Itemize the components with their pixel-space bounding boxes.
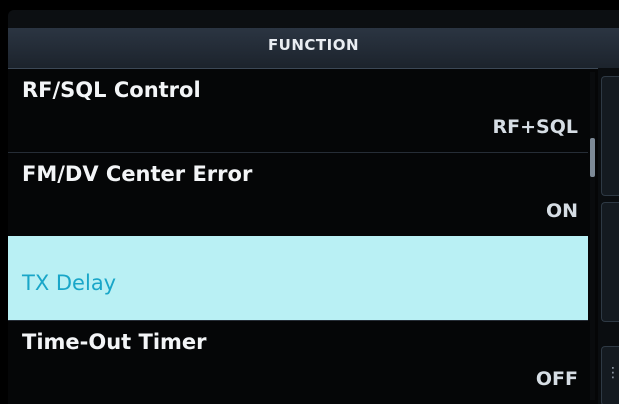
side-panel: ⋮: [598, 68, 619, 404]
menu-item-time-out-timer[interactable]: Time-Out Timer OFF: [8, 320, 588, 404]
menu-item-value: RF+SQL: [492, 116, 578, 138]
more-button[interactable]: ⋮: [601, 346, 619, 404]
menu-item-rf-sql-control[interactable]: RF/SQL Control RF+SQL: [8, 68, 588, 153]
page-title: FUNCTION: [267, 36, 360, 54]
title-bar: FUNCTION: [8, 28, 619, 69]
menu-item-value: OFF: [535, 368, 578, 390]
scrollbar[interactable]: [590, 72, 595, 400]
screen: FUNCTION RF/SQL Control RF+SQL FM/DV Cen…: [8, 10, 619, 404]
menu-item-value: ON: [545, 200, 578, 222]
scroll-up-button[interactable]: [601, 76, 619, 196]
menu-list: RF/SQL Control RF+SQL FM/DV Center Error…: [8, 68, 588, 404]
menu-item-label: TX Delay: [22, 271, 117, 295]
scroll-down-button[interactable]: [601, 202, 619, 322]
menu-item-fm-dv-center-error[interactable]: FM/DV Center Error ON: [8, 152, 588, 237]
menu-item-label: RF/SQL Control: [22, 78, 201, 102]
menu-item-label: Time-Out Timer: [22, 330, 207, 354]
screen-bezel: [8, 10, 619, 28]
menu-item-label: FM/DV Center Error: [22, 162, 253, 186]
more-icon: ⋮: [606, 365, 619, 381]
menu-item-tx-delay[interactable]: TX Delay: [8, 236, 588, 321]
scrollbar-thumb[interactable]: [590, 138, 595, 177]
